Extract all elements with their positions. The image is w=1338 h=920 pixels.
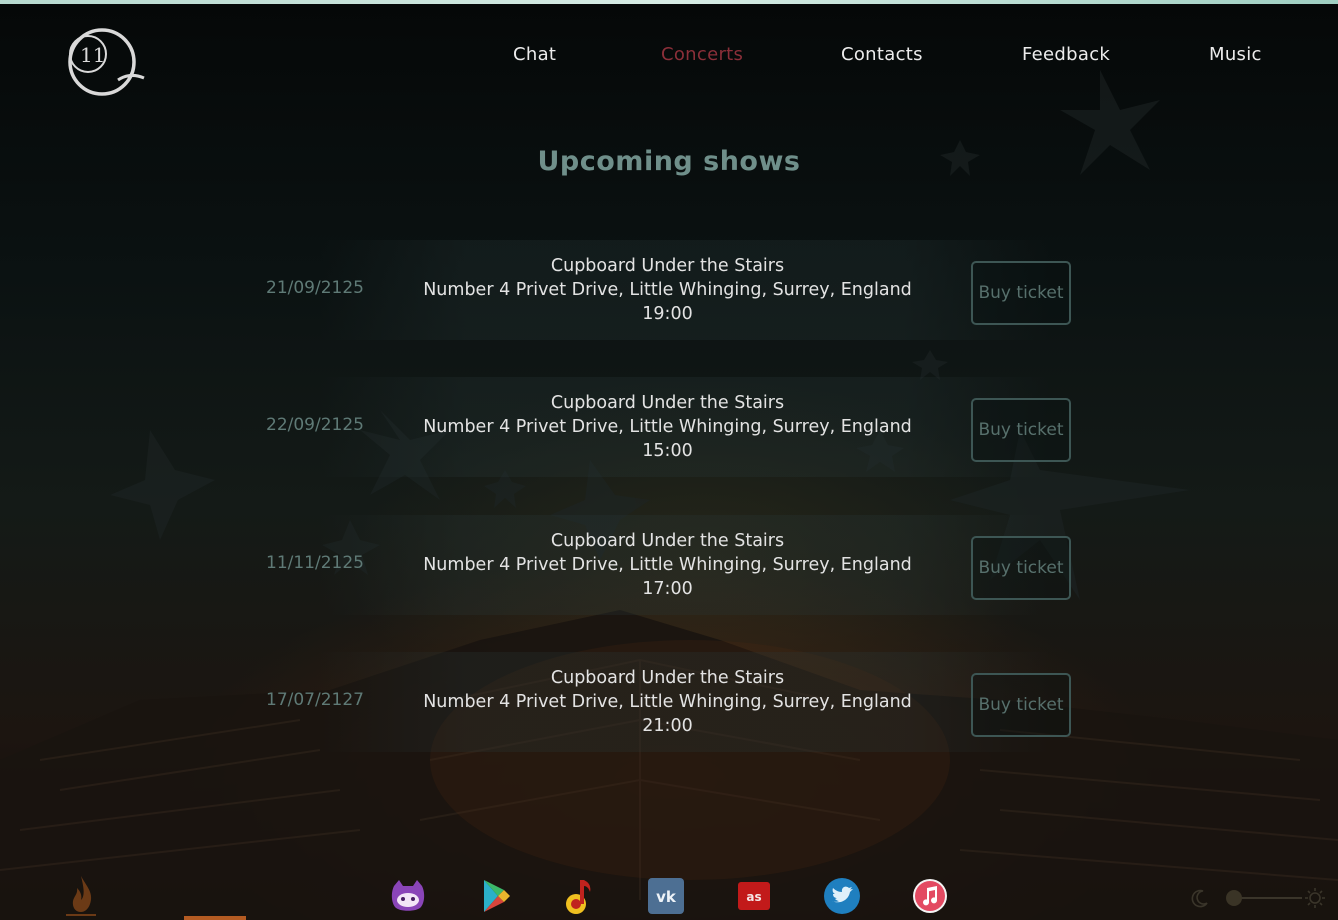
twitter-icon[interactable] (822, 876, 862, 916)
page-title: Upcoming shows (537, 146, 801, 177)
show-time: 21:00 (642, 716, 693, 736)
show-date: 11/11/2125 (266, 553, 364, 573)
buy-ticket-button[interactable]: Buy ticket (971, 261, 1071, 325)
show-address: Number 4 Privet Drive, Little Whinging, … (423, 692, 912, 712)
svg-text:11: 11 (80, 43, 105, 67)
nav-concerts[interactable]: Concerts (661, 44, 743, 65)
buy-ticket-button[interactable]: Buy ticket (971, 398, 1071, 462)
sun-icon (1305, 888, 1325, 908)
main-nav: Chat Concerts Contacts Feedback Music (480, 44, 1300, 74)
show-date: 22/09/2125 (266, 415, 364, 435)
flame-icon[interactable] (64, 874, 98, 918)
google-play-icon[interactable] (476, 876, 516, 916)
github-icon[interactable] (388, 876, 428, 916)
svg-text:vk: vk (656, 888, 677, 906)
yandex-music-icon[interactable] (560, 876, 600, 916)
show-row: 17/07/2127 Cupboard Under the Stairs Num… (240, 652, 1100, 770)
show-time: 19:00 (642, 304, 693, 324)
nav-contacts[interactable]: Contacts (841, 44, 923, 65)
apple-music-icon[interactable] (910, 876, 950, 916)
show-info: Cupboard Under the Stairs Number 4 Prive… (410, 254, 925, 326)
show-date: 21/09/2125 (266, 278, 364, 298)
nav-feedback[interactable]: Feedback (1022, 44, 1110, 65)
nav-chat[interactable]: Chat (513, 44, 556, 65)
show-date: 17/07/2127 (266, 690, 364, 710)
show-info: Cupboard Under the Stairs Number 4 Prive… (410, 529, 925, 601)
show-info: Cupboard Under the Stairs Number 4 Prive… (410, 391, 925, 463)
theme-slider-thumb[interactable] (1226, 890, 1242, 906)
show-address: Number 4 Privet Drive, Little Whinging, … (423, 555, 912, 575)
show-time: 17:00 (642, 579, 693, 599)
active-indicator (184, 916, 246, 920)
show-venue: Cupboard Under the Stairs (550, 256, 785, 276)
show-venue: Cupboard Under the Stairs (550, 393, 785, 413)
show-venue: Cupboard Under the Stairs (550, 668, 785, 688)
show-time: 15:00 (642, 441, 693, 461)
moon-icon (1191, 889, 1208, 908)
show-address: Number 4 Privet Drive, Little Whinging, … (423, 280, 912, 300)
show-venue: Cupboard Under the Stairs (550, 531, 785, 551)
show-address: Number 4 Privet Drive, Little Whinging, … (423, 417, 912, 437)
buy-ticket-button[interactable]: Buy ticket (971, 536, 1071, 600)
show-row: 22/09/2125 Cupboard Under the Stairs Num… (240, 377, 1100, 495)
nav-music[interactable]: Music (1209, 44, 1262, 65)
show-info: Cupboard Under the Stairs Number 4 Prive… (410, 666, 925, 738)
show-row: 21/09/2125 Cupboard Under the Stairs Num… (240, 240, 1100, 358)
show-row: 11/11/2125 Cupboard Under the Stairs Num… (240, 515, 1100, 633)
buy-ticket-button[interactable]: Buy ticket (971, 673, 1071, 737)
theme-switcher (1190, 886, 1330, 912)
vk-icon[interactable]: vk (646, 876, 686, 916)
footer: vk as (0, 868, 1338, 920)
band-logo[interactable]: 11 (64, 24, 150, 100)
svg-text:as: as (746, 890, 761, 904)
lastfm-icon[interactable]: as (734, 876, 774, 916)
